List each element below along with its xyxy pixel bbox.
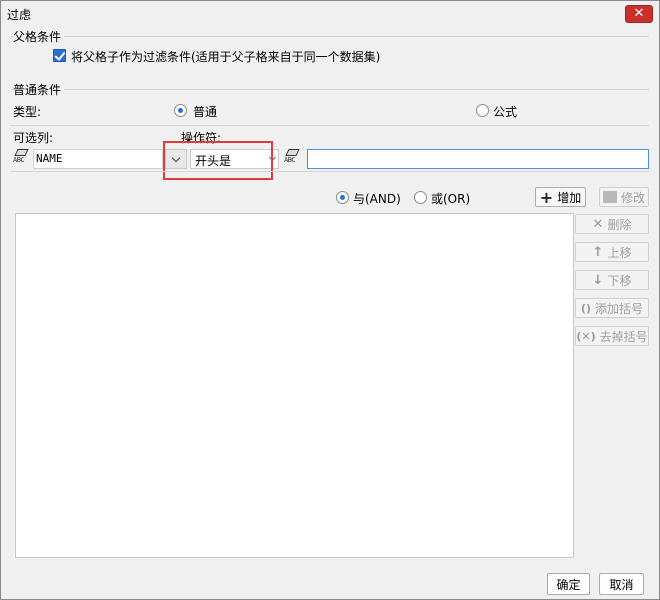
type-divider <box>11 125 649 126</box>
arrow-down-icon: ↓ <box>592 272 604 288</box>
pen-icon <box>13 148 27 156</box>
close-icon: ✕ <box>633 6 645 21</box>
condition-list[interactable] <box>15 213 574 558</box>
remove-bracket-button[interactable]: (✕) 去掉括号 <box>575 326 649 346</box>
bracket-icon: () <box>580 301 592 315</box>
window-title: 过虑 <box>7 8 32 22</box>
column-type-icon[interactable]: ABC <box>13 148 31 166</box>
modify-button[interactable]: 修改 <box>599 187 649 207</box>
plus-icon: + <box>539 187 554 207</box>
cancel-button[interactable]: 取消 <box>599 573 644 595</box>
title-bar: 过虑 ✕ <box>1 1 659 27</box>
type-radio-formula[interactable] <box>476 104 489 117</box>
filter-dialog: 过虑 ✕ 父格条件 将父格子作为过滤条件(适用于父子格来自于同一个数据集) 普通… <box>0 0 660 600</box>
logic-or-radio[interactable] <box>414 191 427 204</box>
normal-group-divider <box>11 89 649 90</box>
parent-filter-label: 将父格子作为过滤条件(适用于父子格来自于同一个数据集) <box>71 50 381 64</box>
column-field[interactable]: NAME <box>33 149 163 169</box>
value-type-icon[interactable]: ABC <box>284 148 302 166</box>
remove-bracket-icon: (✕) <box>576 329 596 343</box>
logic-and-radio[interactable] <box>336 191 349 204</box>
add-button[interactable]: + 增加 <box>535 187 586 207</box>
add-bracket-button[interactable]: () 添加括号 <box>575 298 649 318</box>
highlight-annotation <box>163 141 273 180</box>
type-radio-formula-label: 公式 <box>493 105 518 119</box>
column-label: 可选列: <box>13 131 54 145</box>
condition-divider <box>11 171 649 172</box>
pen-icon <box>284 148 298 156</box>
logic-or-label: 或(OR) <box>431 192 471 206</box>
delete-button[interactable]: ✕ 删除 <box>575 214 649 234</box>
ok-button[interactable]: 确定 <box>547 573 590 595</box>
edit-icon <box>602 191 617 203</box>
condition-value-input[interactable] <box>307 149 649 169</box>
parent-filter-checkbox[interactable] <box>53 49 66 62</box>
type-radio-normal-label: 普通 <box>193 105 218 119</box>
delete-icon: ✕ <box>592 216 604 232</box>
normal-group-title: 普通条件 <box>13 81 65 98</box>
move-down-button[interactable]: ↓ 下移 <box>575 270 649 290</box>
logic-and-label: 与(AND) <box>353 192 401 206</box>
arrow-up-icon: ↑ <box>592 244 604 260</box>
type-label: 类型: <box>13 105 42 119</box>
parent-group-divider <box>11 36 649 37</box>
type-radio-normal[interactable] <box>174 104 187 117</box>
move-up-button[interactable]: ↑ 上移 <box>575 242 649 262</box>
close-button[interactable]: ✕ <box>625 5 653 23</box>
parent-group-title: 父格条件 <box>13 28 65 45</box>
